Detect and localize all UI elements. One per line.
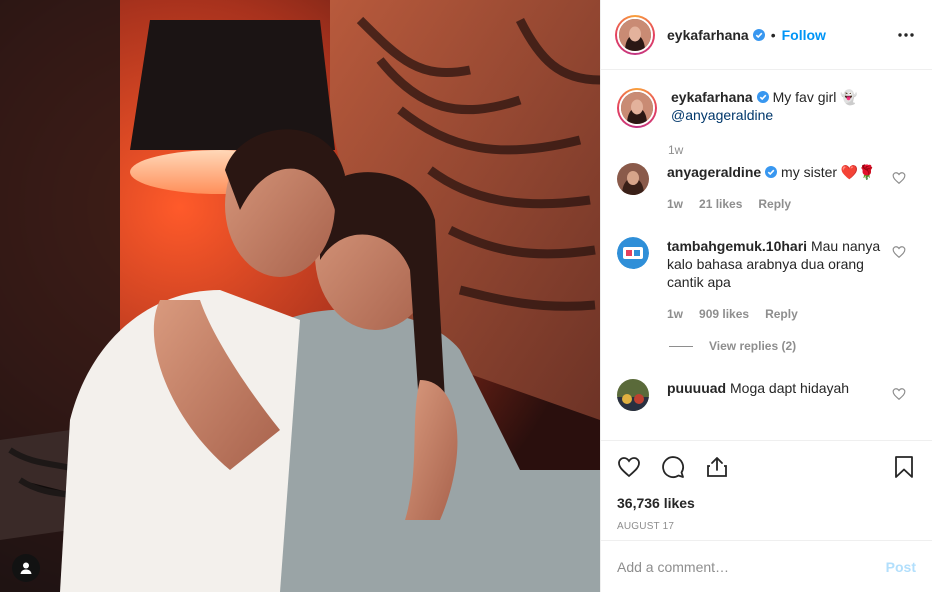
like-comment-heart-icon[interactable] xyxy=(892,387,906,401)
comment-timestamp[interactable]: 1w xyxy=(667,307,683,321)
separator-dot: • xyxy=(770,26,776,43)
user-icon xyxy=(20,562,32,574)
more-options-button[interactable] xyxy=(894,23,918,47)
verified-badge-icon xyxy=(752,28,765,41)
commenter-avatar[interactable] xyxy=(617,379,649,411)
comment-text: my sister ❤️🌹 xyxy=(781,164,876,180)
like-comment-heart-icon[interactable] xyxy=(892,245,906,259)
avatar-image xyxy=(617,237,649,269)
comments-list[interactable]: eykafarhana My fav girl 👻 @anyageraldine… xyxy=(601,71,932,440)
post-actions: 36,736 likes AUGUST 17 xyxy=(601,440,932,532)
caption-meta: 1w xyxy=(668,143,916,157)
comment-timestamp[interactable]: 1w xyxy=(667,197,683,211)
like-heart-icon[interactable] xyxy=(617,455,641,479)
caption-avatar[interactable] xyxy=(617,88,657,128)
caption-timestamp[interactable]: 1w xyxy=(668,143,683,157)
comment-bubble-icon[interactable] xyxy=(661,455,685,479)
post-date[interactable]: AUGUST 17 xyxy=(617,521,916,532)
tagged-users-button[interactable] xyxy=(12,554,40,582)
comment-item: tambahgemuk.10hari Mau nanya kalo bahasa… xyxy=(617,237,916,323)
reply-button[interactable]: Reply xyxy=(758,197,791,211)
view-replies-label: View replies (2) xyxy=(709,339,797,353)
commenter-avatar[interactable] xyxy=(617,163,649,195)
comment-username[interactable]: puuuuad xyxy=(667,380,726,396)
avatar-image xyxy=(619,18,651,51)
avatar-image xyxy=(621,92,653,124)
post-photo[interactable] xyxy=(0,0,600,592)
follow-button[interactable]: Follow xyxy=(782,27,826,43)
post-side-panel: eykafarhana • Follow eykafarhana My fav … xyxy=(600,0,932,592)
comment-username[interactable]: anyageraldine xyxy=(667,164,761,180)
caption-username[interactable]: eykafarhana xyxy=(671,89,753,105)
caption: eykafarhana My fav girl 👻 @anyageraldine xyxy=(617,71,916,128)
author-username[interactable]: eykafarhana xyxy=(667,27,749,43)
verified-badge-icon xyxy=(756,91,769,103)
avatar-image xyxy=(617,379,649,411)
comment-username[interactable]: tambahgemuk.10hari xyxy=(667,238,807,254)
comment-text: Moga dapt hidayah xyxy=(730,380,850,396)
avatar-image xyxy=(617,163,649,195)
post-comment-button[interactable]: Post xyxy=(886,559,916,575)
caption-text: My fav girl 👻 xyxy=(772,89,858,105)
view-replies-button[interactable]: View replies (2) xyxy=(669,339,916,353)
replies-divider-line xyxy=(669,345,693,347)
bookmark-icon[interactable] xyxy=(892,455,916,479)
share-icon[interactable] xyxy=(705,455,729,479)
verified-badge-icon xyxy=(765,166,778,178)
like-comment-heart-icon[interactable] xyxy=(892,171,906,185)
caption-mention-link[interactable]: @anyageraldine xyxy=(671,107,773,123)
reply-button[interactable]: Reply xyxy=(765,307,798,321)
commenter-avatar[interactable] xyxy=(617,237,649,269)
more-horizontal-icon xyxy=(898,32,914,37)
comment-input[interactable] xyxy=(617,558,886,575)
comment-likes[interactable]: 909 likes xyxy=(699,307,749,321)
likes-count[interactable]: 36,736 likes xyxy=(617,495,916,511)
comment-item: puuuuad Moga dapt hidayah xyxy=(617,379,916,411)
add-comment-form: Post xyxy=(601,540,932,592)
comment-likes[interactable]: 21 likes xyxy=(699,197,742,211)
post-header: eykafarhana • Follow xyxy=(601,0,932,70)
photo-image xyxy=(0,0,600,592)
comment-item: anyageraldine my sister ❤️🌹 1w 21 likes Re… xyxy=(617,163,916,213)
author-avatar[interactable] xyxy=(615,14,655,55)
